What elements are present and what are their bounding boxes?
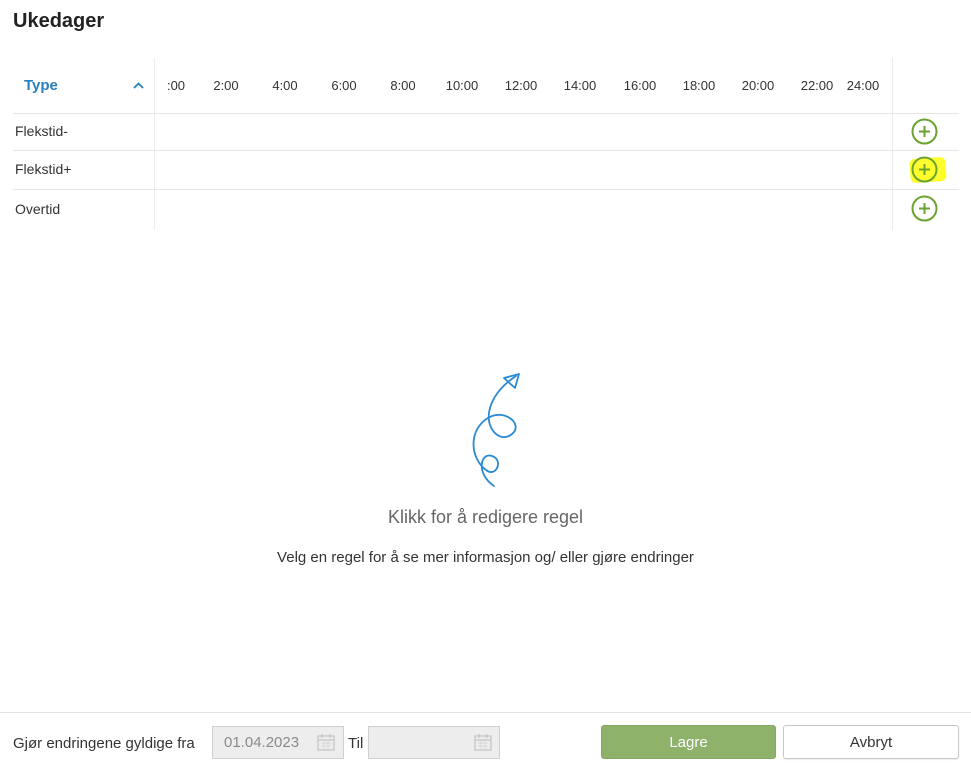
- plus-circle-icon[interactable]: [911, 118, 938, 145]
- empty-state-title: Klikk for å redigere regel: [387, 507, 584, 527]
- calendar-icon[interactable]: [316, 732, 336, 752]
- calendar-icon[interactable]: [473, 732, 493, 752]
- chevron-up-icon[interactable]: [133, 82, 144, 89]
- hour-label: 2:00: [213, 78, 239, 93]
- empty-state-subtitle: Velg en regel for å se mer informasjon o…: [277, 549, 694, 566]
- timeline-grid: Type :00 2:00 4:00 6:00 8:00 10:00 12:00…: [13, 58, 959, 230]
- table-row[interactable]: Flekstid-: [13, 113, 959, 150]
- valid-from-label: Gjør endringene gyldige fra: [13, 735, 195, 752]
- hour-label: 6:00: [331, 78, 357, 93]
- plus-circle-icon[interactable]: [911, 156, 938, 183]
- hour-label: 8:00: [390, 78, 416, 93]
- page-title: Ukedager: [13, 10, 105, 32]
- hour-label: 10:00: [445, 78, 479, 93]
- hour-label: 18:00: [682, 78, 716, 93]
- curly-arrow-icon: [472, 373, 520, 487]
- hour-label: 4:00: [272, 78, 298, 93]
- to-label: Til: [348, 735, 364, 752]
- hour-label: 16:00: [623, 78, 657, 93]
- row-label: Flekstid-: [15, 123, 68, 139]
- table-row[interactable]: Flekstid+: [13, 150, 959, 189]
- footer-bar: Gjør endringene gyldige fra Til Lagre Av…: [0, 712, 971, 766]
- hour-label: 14:00: [563, 78, 597, 93]
- hour-label: 12:00: [504, 78, 538, 93]
- type-column-header[interactable]: Type: [13, 58, 154, 113]
- table-row[interactable]: Overtid: [13, 189, 959, 230]
- hour-label: 22:00: [800, 78, 834, 93]
- hour-label: :00: [166, 78, 186, 93]
- row-label: Overtid: [15, 201, 61, 217]
- save-button[interactable]: Lagre: [601, 725, 776, 759]
- type-header-label: Type: [24, 77, 58, 94]
- cancel-button[interactable]: Avbryt: [783, 725, 959, 759]
- hour-label: 24:00: [846, 78, 880, 93]
- hour-label: 20:00: [741, 78, 775, 93]
- row-label: Flekstid+: [15, 161, 72, 177]
- plus-circle-icon[interactable]: [911, 195, 938, 222]
